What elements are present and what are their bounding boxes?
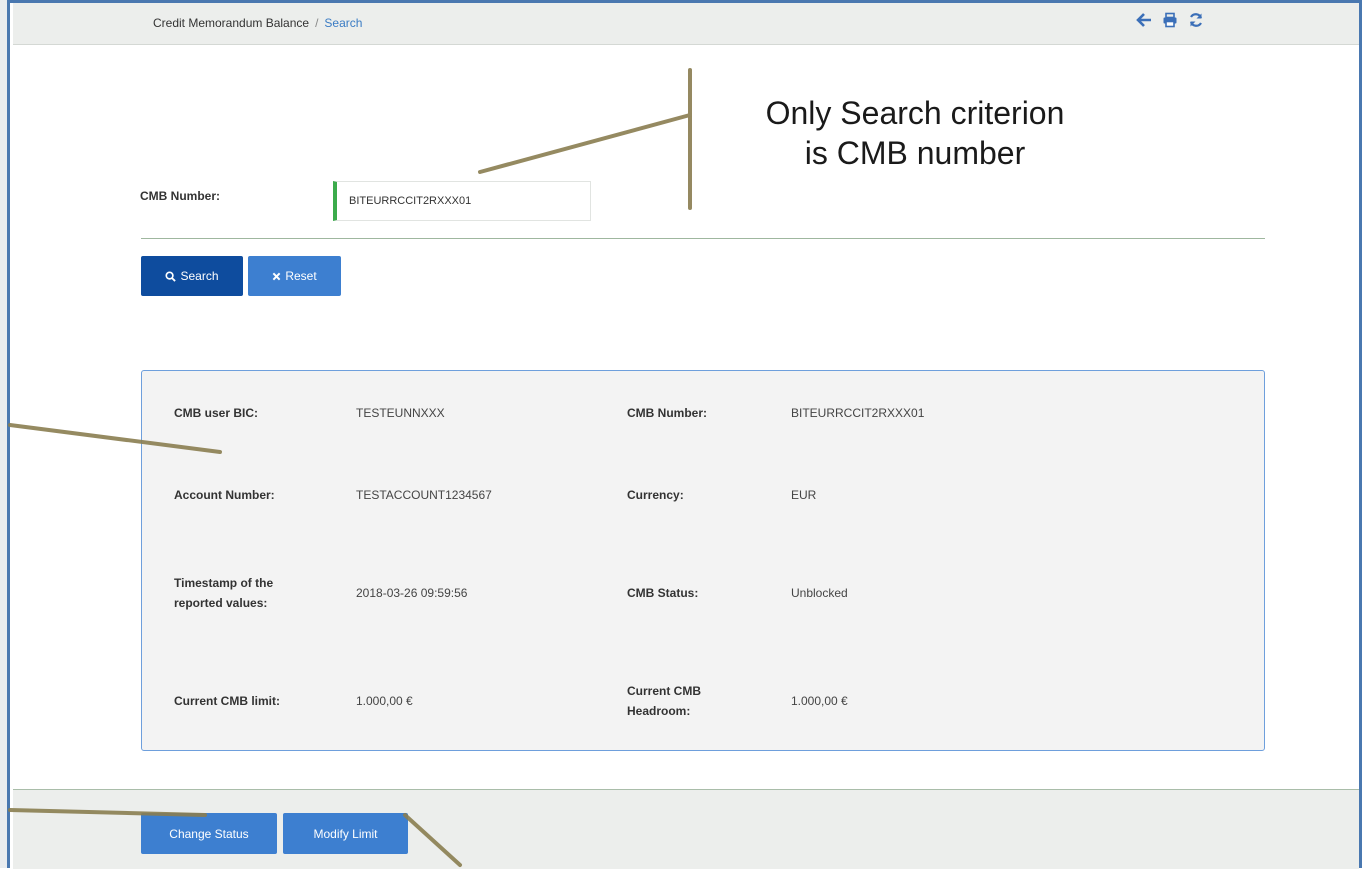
search-button-label: Search: [180, 269, 219, 283]
breadcrumb-separator: /: [315, 16, 319, 30]
pointer-to-cmb-input: [478, 113, 692, 174]
form-divider: [141, 238, 1265, 239]
account-number-value: TESTACCOUNT1234567: [356, 488, 492, 502]
cmb-status-label: CMB Status:: [627, 586, 699, 600]
toolbar-icons: [1135, 12, 1205, 32]
current-limit-label: Current CMB limit:: [174, 694, 280, 708]
breadcrumb: Credit Memorandum Balance / Search: [153, 16, 362, 30]
change-status-button[interactable]: Change Status: [141, 813, 277, 854]
currency-label: Currency:: [627, 488, 684, 502]
timestamp-label: Timestamp of the reported values:: [174, 573, 324, 613]
current-headroom-label: Current CMB Headroom:: [627, 681, 777, 721]
cmb-number-input[interactable]: [333, 181, 591, 221]
modify-limit-button[interactable]: Modify Limit: [283, 813, 408, 854]
search-button[interactable]: Search: [141, 256, 243, 296]
account-number-label: Account Number:: [174, 488, 275, 502]
detail-cmb-number-value: BITEURRCCIT2RXXX01: [791, 406, 925, 420]
currency-value: EUR: [791, 488, 817, 502]
cmb-user-bic-label: CMB user BIC:: [174, 406, 259, 420]
print-icon[interactable]: [1161, 12, 1179, 32]
breadcrumb-current[interactable]: Search: [324, 16, 362, 30]
refresh-icon[interactable]: [1187, 12, 1205, 32]
callout-line1: Only Search criterion: [765, 95, 1065, 131]
current-limit-value: 1.000,00 €: [356, 694, 413, 708]
annotation-callout: Only Search criterion is CMB number: [700, 93, 1130, 173]
search-icon: [165, 270, 177, 282]
breadcrumb-root[interactable]: Credit Memorandum Balance: [153, 16, 309, 30]
current-headroom-label-line2: Headroom:: [627, 704, 691, 718]
cmb-user-bic-value: TESTEUNNXXX: [356, 406, 445, 420]
back-arrow-icon[interactable]: [1135, 12, 1153, 32]
timestamp-label-line2: reported values:: [174, 596, 268, 610]
current-headroom-value: 1.000,00 €: [791, 694, 848, 708]
reset-button[interactable]: Reset: [248, 256, 341, 296]
timestamp-label-line1: Timestamp of the: [174, 576, 274, 590]
current-headroom-label-line1: Current CMB: [627, 684, 701, 698]
cmb-details-panel: CMB user BIC: TESTEUNNXXX CMB Number: BI…: [141, 370, 1265, 751]
top-bar: Credit Memorandum Balance / Search: [13, 3, 1359, 45]
close-icon: [272, 272, 281, 280]
timestamp-value: 2018-03-26 09:59:56: [356, 586, 468, 600]
window-left-border: [0, 0, 10, 868]
cmb-status-value: Unblocked: [791, 586, 848, 600]
cmb-number-label: CMB Number:: [140, 189, 220, 203]
detail-cmb-number-label: CMB Number:: [627, 406, 707, 420]
callout-line2: is CMB number: [804, 135, 1026, 171]
reset-button-label: Reset: [285, 269, 317, 283]
